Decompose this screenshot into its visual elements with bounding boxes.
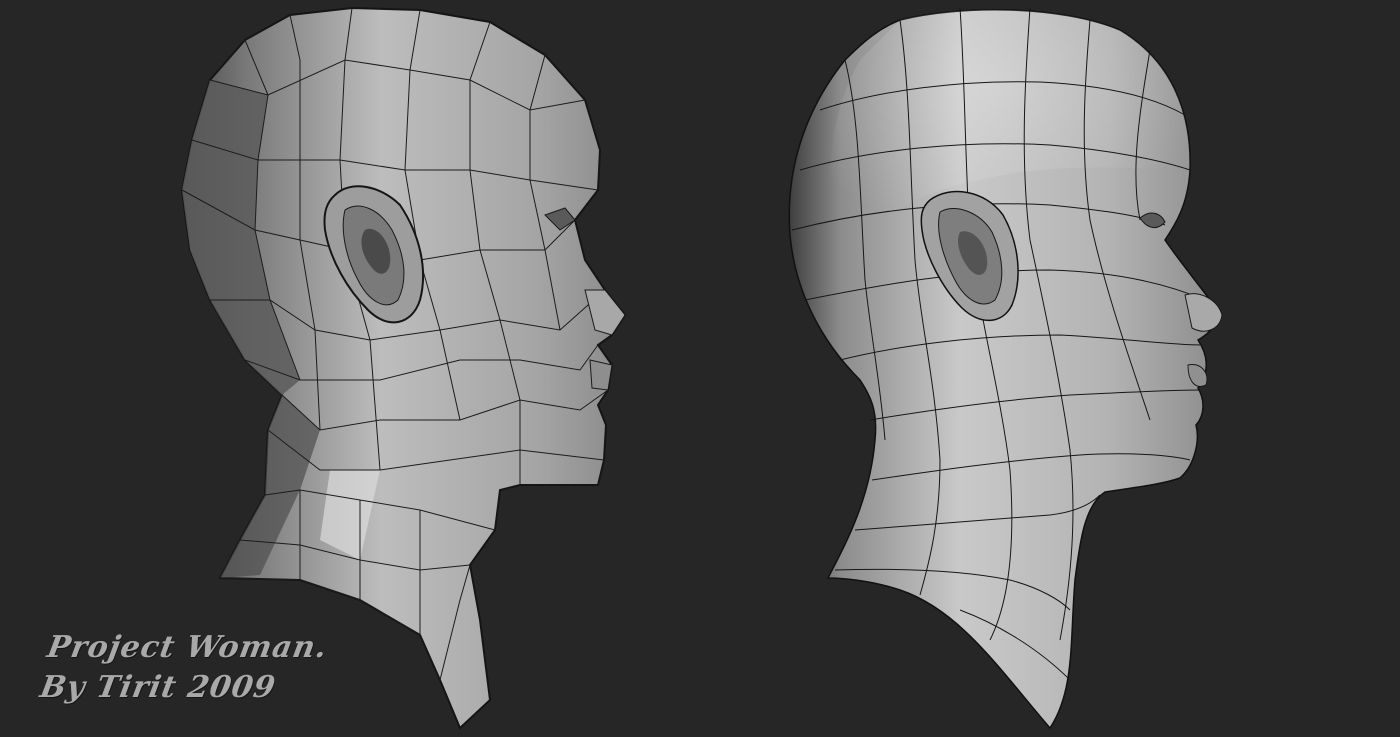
caption-title: Project Woman.: [44, 630, 331, 665]
low-poly-head: [180, 6, 627, 730]
caption-credit: By Tirit 2009: [37, 670, 279, 705]
render-canvas: [180, 6, 1223, 730]
smooth-head: [788, 7, 1223, 730]
viewport: Project Woman. By Tirit 2009: [0, 0, 1400, 737]
caption: Project Woman. By Tirit 2009: [37, 628, 331, 708]
